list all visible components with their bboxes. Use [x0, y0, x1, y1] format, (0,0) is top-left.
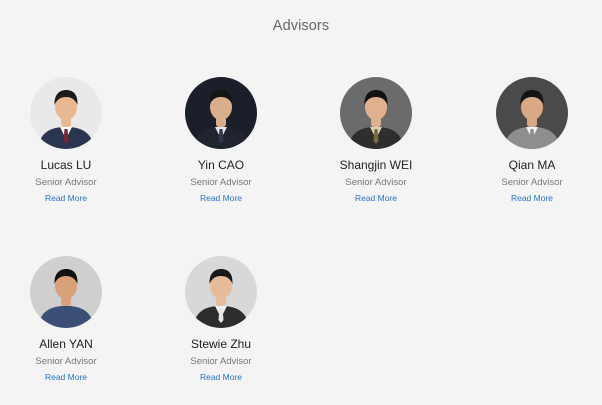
advisor-name: Allen YAN [39, 337, 93, 351]
read-more-link[interactable]: Read More [151, 193, 291, 204]
read-more-link[interactable]: Read More [306, 193, 446, 204]
advisor-photo[interactable] [30, 77, 102, 149]
advisor-photo[interactable] [340, 77, 412, 149]
advisor-name: Yin CAO [197, 158, 245, 172]
advisor-name: Qian MA [508, 158, 556, 172]
advisor-name: Lucas LU [40, 158, 92, 172]
advisor-role: Senior Advisor [501, 177, 563, 188]
advisor-card-5: Allen YAN Senior Advisor Read More [0, 256, 136, 383]
person-silhouette-icon [30, 256, 102, 328]
advisor-photo[interactable] [30, 256, 102, 328]
advisor-role: Senior Advisor [190, 356, 252, 367]
advisor-card-4: Qian MA Senior Advisor Read More [462, 77, 602, 204]
advisor-card-6: Stewie Zhu Senior Advisor Read More [151, 256, 291, 383]
advisor-role: Senior Advisor [345, 177, 407, 188]
advisor-role: Senior Advisor [35, 177, 97, 188]
advisor-role: Senior Advisor [190, 177, 252, 188]
person-silhouette-icon [496, 77, 568, 149]
read-more-link[interactable]: Read More [151, 372, 291, 383]
read-more-link[interactable]: Read More [462, 193, 602, 204]
read-more-link[interactable]: Read More [0, 372, 136, 383]
advisor-card-2: Yin CAO Senior Advisor Read More [151, 77, 291, 204]
person-silhouette-icon [30, 77, 102, 149]
advisor-photo[interactable] [496, 77, 568, 149]
person-silhouette-icon [185, 77, 257, 149]
person-silhouette-icon [340, 77, 412, 149]
advisor-name: Shangjin WEI [339, 158, 413, 172]
advisor-name: Stewie Zhu [190, 337, 252, 351]
advisor-role: Senior Advisor [35, 356, 97, 367]
advisor-card-1: Lucas LU Senior Advisor Read More [0, 77, 136, 204]
advisor-photo[interactable] [185, 256, 257, 328]
advisor-photo[interactable] [185, 77, 257, 149]
read-more-link[interactable]: Read More [0, 193, 136, 204]
advisor-card-3: Shangjin WEI Senior Advisor Read More [306, 77, 446, 204]
section-title: Advisors [272, 18, 330, 34]
person-silhouette-icon [185, 256, 257, 328]
